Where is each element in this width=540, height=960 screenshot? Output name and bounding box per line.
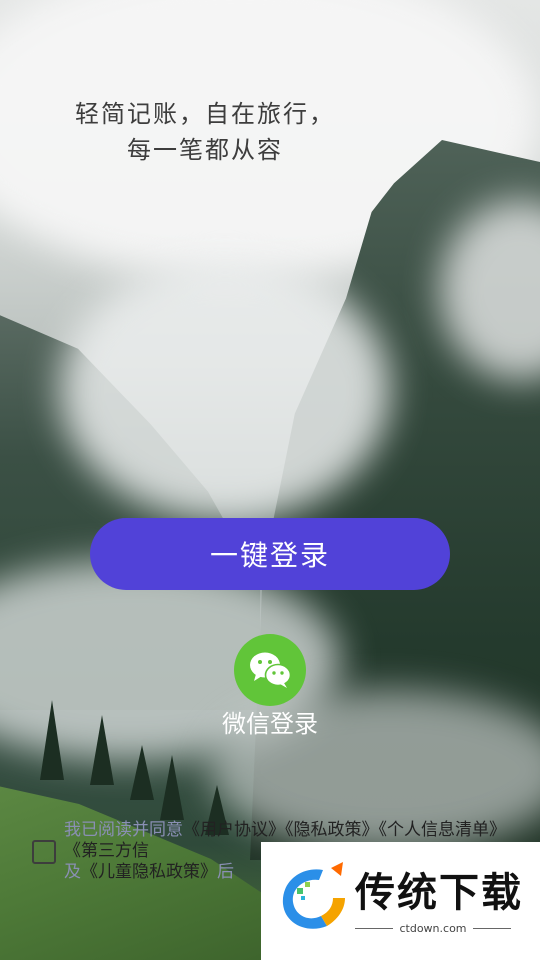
agreement-prefix: 我已阅读并同意 [64,820,183,840]
pine-tree [160,755,184,820]
pine-tree [40,700,64,780]
watermark-divider [473,928,511,929]
tagline-line-1: 轻简记账，自在旅行， [75,100,335,128]
wechat-icon [250,652,292,688]
children-privacy-link[interactable]: 《儿童隐私政策》 [81,862,217,882]
personal-info-list-link[interactable]: 《个人信息清单》 [379,820,507,840]
pine-tree [130,745,154,800]
user-agreement-link[interactable]: 《用户协议》 [183,820,285,840]
watermark-logo-icon [282,862,345,929]
privacy-policy-link[interactable]: 《隐私政策》 [285,820,379,840]
pine-tree [90,715,114,785]
agreement-suffix: 后 [217,862,234,882]
tagline: 轻简记账，自在旅行， 每一笔都从容 [70,96,340,168]
one-key-login-button[interactable]: 一键登录 [90,518,450,590]
third-party-list-link[interactable]: 《第三方信 [64,841,149,861]
wechat-login-label: 微信登录 [222,710,318,738]
watermark: 传统下载 ctdown.com [261,842,540,960]
watermark-brand: 传统下载 [355,870,523,916]
mist-cloud [60,260,390,520]
agreement-and: 及 [64,862,81,882]
wechat-login-button[interactable] [234,634,306,706]
tagline-line-2: 每一笔都从容 [127,136,283,164]
checkbox-icon[interactable] [32,840,56,864]
